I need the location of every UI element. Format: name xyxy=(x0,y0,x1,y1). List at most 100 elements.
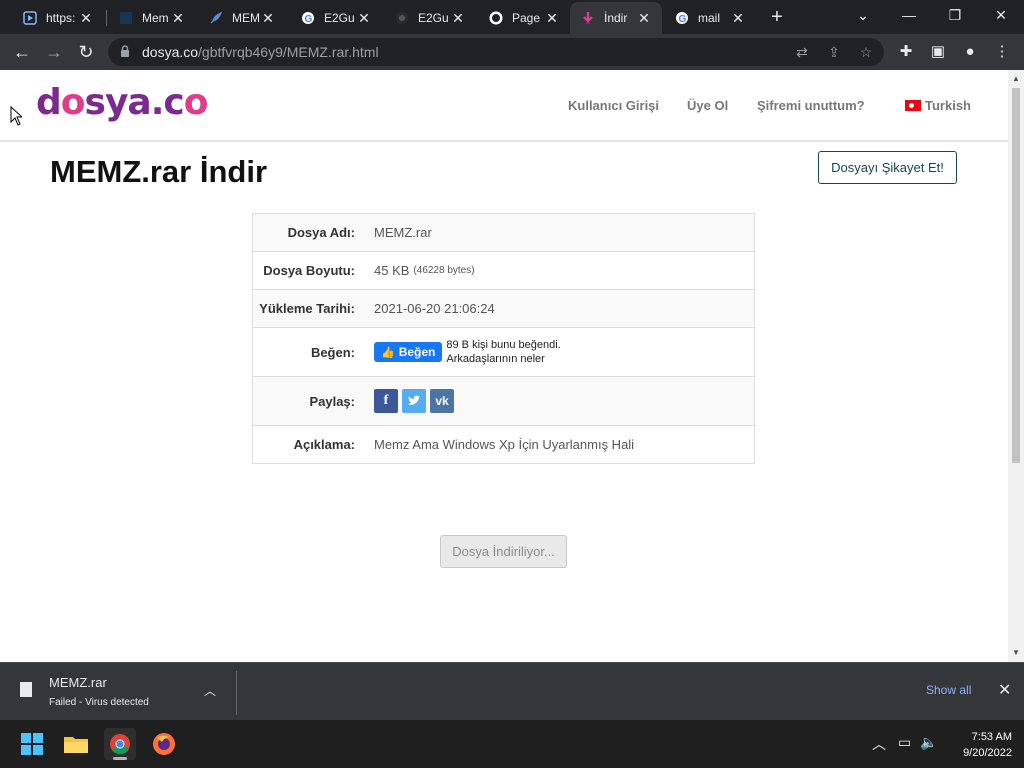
tab-2[interactable]: Mem ✕ xyxy=(108,2,196,34)
download-pink-icon xyxy=(580,10,596,26)
twitter-share-icon[interactable] xyxy=(402,389,426,413)
language-selector[interactable]: Turkish xyxy=(905,98,971,113)
google-icon: G xyxy=(674,10,690,26)
tab-title: https: xyxy=(46,11,76,25)
url-path: /gbtfvrqb46y9/MEMZ.rar.html xyxy=(198,44,379,60)
table-row: Beğen: 👍 Beğen 89 B kişi bunu beğendi. Ark… xyxy=(253,328,754,377)
tab-3[interactable]: MEM ✕ xyxy=(198,2,286,34)
tab-strip: https: ✕ Mem ✕ MEM ✕ G E2Gu ✕ E2Gu ✕ Pag… xyxy=(0,0,1024,34)
share-label: Paylaş: xyxy=(309,393,355,409)
table-row: Yükleme Tarihi: 2021-06-20 21:06:24 xyxy=(253,290,754,328)
minimize-icon[interactable]: — xyxy=(886,0,932,30)
tab-7-active[interactable]: İndir ✕ xyxy=(570,2,662,34)
table-row: Dosya Adı: MEMZ.rar xyxy=(253,214,754,252)
like-button-label: Beğen xyxy=(398,345,436,359)
report-file-button[interactable]: Dosyayı Şikayet Et! xyxy=(818,151,957,184)
language-label: Turkish xyxy=(925,98,971,113)
close-tab-icon[interactable]: ✕ xyxy=(170,10,186,27)
reload-icon[interactable]: ↻ xyxy=(72,38,100,66)
tab-5[interactable]: E2Gu ✕ xyxy=(384,2,476,34)
tab-title: Mem xyxy=(142,11,169,25)
close-tab-icon[interactable]: ✕ xyxy=(78,10,94,27)
page-title: MEMZ.rar İndir xyxy=(50,154,268,189)
scroll-up-icon[interactable]: ▲ xyxy=(1008,72,1024,86)
close-tab-icon[interactable]: ✕ xyxy=(356,10,372,27)
side-panel-icon[interactable]: ▣ xyxy=(926,40,950,64)
turkey-flag-icon xyxy=(905,100,921,111)
table-row: Açıklama: Memz Ama Windows Xp İçin Uyarl… xyxy=(253,426,754,463)
download-file-button[interactable]: Dosya İndiriliyor... xyxy=(440,535,567,568)
github-icon xyxy=(394,10,410,26)
facebook-share-icon[interactable]: f xyxy=(374,389,398,413)
tab-title: Page xyxy=(512,11,541,25)
translate-icon[interactable]: ⇄ xyxy=(792,42,812,62)
tab-title: E2Gu xyxy=(418,11,449,25)
menu-icon[interactable]: ⋮ xyxy=(990,40,1014,64)
scroll-down-icon[interactable]: ▼ xyxy=(1008,646,1024,660)
dark-square-icon xyxy=(118,10,134,26)
file-explorer-icon[interactable] xyxy=(60,728,92,760)
download-file-name[interactable]: MEMZ.rar xyxy=(49,675,107,690)
scrollbar-thumb[interactable] xyxy=(1012,88,1020,463)
facebook-like-button[interactable]: 👍 Beğen xyxy=(374,342,443,362)
close-tab-icon[interactable]: ✕ xyxy=(730,10,746,27)
file-info-table: Dosya Adı: MEMZ.rar Dosya Boyutu: 45 KB(… xyxy=(252,213,755,464)
restore-icon[interactable]: ❐ xyxy=(932,0,978,30)
windows-taskbar: ︿ ▭ 🔈 7:53 AM 9/20/2022 xyxy=(0,720,1024,768)
chrome-taskbar-icon[interactable] xyxy=(104,728,136,760)
logo-part: d xyxy=(36,82,62,123)
chevron-up-tray-icon[interactable]: ︿ xyxy=(872,734,886,754)
table-row: Dosya Boyutu: 45 KB (46228 bytes) xyxy=(253,252,754,290)
nav-login-link[interactable]: Kullanıcı Girişi xyxy=(568,98,659,113)
new-tab-icon[interactable]: + xyxy=(766,6,788,28)
chevron-up-icon[interactable]: ︿ xyxy=(204,682,216,699)
vk-share-icon[interactable]: vk xyxy=(430,389,454,413)
clock-date: 9/20/2022 xyxy=(963,747,1012,759)
site-logo[interactable]: dosya.co xyxy=(36,82,208,123)
close-window-icon[interactable]: ✕ xyxy=(978,0,1024,30)
close-tab-icon[interactable]: ✕ xyxy=(636,10,652,27)
close-tab-icon[interactable]: ✕ xyxy=(260,10,276,27)
tab-6[interactable]: Page ✕ xyxy=(478,2,570,34)
profile-icon[interactable]: ● xyxy=(958,40,982,64)
file-size-value: 45 KB (46228 bytes) xyxy=(367,252,754,289)
tab-search-icon[interactable]: ⌄ xyxy=(840,0,886,30)
like-count-line-2: Arkadaşlarının neler xyxy=(446,353,545,365)
system-clock[interactable]: 7:53 AM 9/20/2022 xyxy=(950,729,1012,761)
share-icon[interactable]: ⇪ xyxy=(824,42,844,62)
browser-toolbar: ← → ↻ dosya.co/gbtfvrqb46y9/MEMZ.rar.htm… xyxy=(0,34,1024,70)
close-shelf-icon[interactable]: ✕ xyxy=(998,680,1011,700)
network-icon[interactable]: ▭ xyxy=(898,734,911,751)
file-size-kb: 45 KB xyxy=(374,263,410,278)
extensions-icon[interactable]: ✚ xyxy=(894,40,918,64)
clock-time: 7:53 AM xyxy=(971,731,1012,743)
firefox-icon[interactable] xyxy=(148,728,180,760)
forward-icon[interactable]: → xyxy=(40,38,68,66)
volume-icon[interactable]: 🔈 xyxy=(920,734,937,751)
back-icon[interactable]: ← xyxy=(8,38,36,66)
close-tab-icon[interactable]: ✕ xyxy=(450,10,466,27)
description-value: Memz Ama Windows Xp İçin Uyarlanmış Hali xyxy=(374,437,635,452)
tab-8[interactable]: G mail ✕ xyxy=(664,2,756,34)
tab-4[interactable]: G E2Gu ✕ xyxy=(290,2,382,34)
page-scrollbar[interactable]: ▲ ▼ xyxy=(1008,70,1024,662)
show-all-downloads-link[interactable]: Show all xyxy=(926,683,971,697)
tab-separator xyxy=(106,10,107,26)
nav-forgot-password-link[interactable]: Şifremi unuttum? xyxy=(757,98,865,113)
bookmark-star-icon[interactable]: ☆ xyxy=(856,42,876,62)
description-label: Açıklama: xyxy=(293,437,355,452)
github-icon xyxy=(488,10,504,26)
page-viewport: dosya.co Kullanıcı Girişi Üye Ol Şifremi… xyxy=(0,70,1024,662)
close-tab-icon[interactable]: ✕ xyxy=(544,10,560,27)
feather-icon xyxy=(208,10,224,26)
tab-1[interactable]: https: ✕ xyxy=(12,2,104,34)
like-count-line-1: 89 B kişi bunu beğendi. xyxy=(446,339,561,351)
download-shelf: MEMZ.rar Failed - Virus detected ︿ Show … xyxy=(0,662,1024,720)
lock-icon xyxy=(120,45,130,63)
nav-register-link[interactable]: Üye Ol xyxy=(687,98,728,113)
svg-text:G: G xyxy=(305,14,313,25)
tab-title: E2Gu xyxy=(324,11,355,25)
download-status: Failed - Virus detected xyxy=(49,697,149,708)
windows-start-icon[interactable] xyxy=(16,728,48,760)
address-bar[interactable]: dosya.co/gbtfvrqb46y9/MEMZ.rar.html ⇄ ⇪ … xyxy=(108,38,884,66)
